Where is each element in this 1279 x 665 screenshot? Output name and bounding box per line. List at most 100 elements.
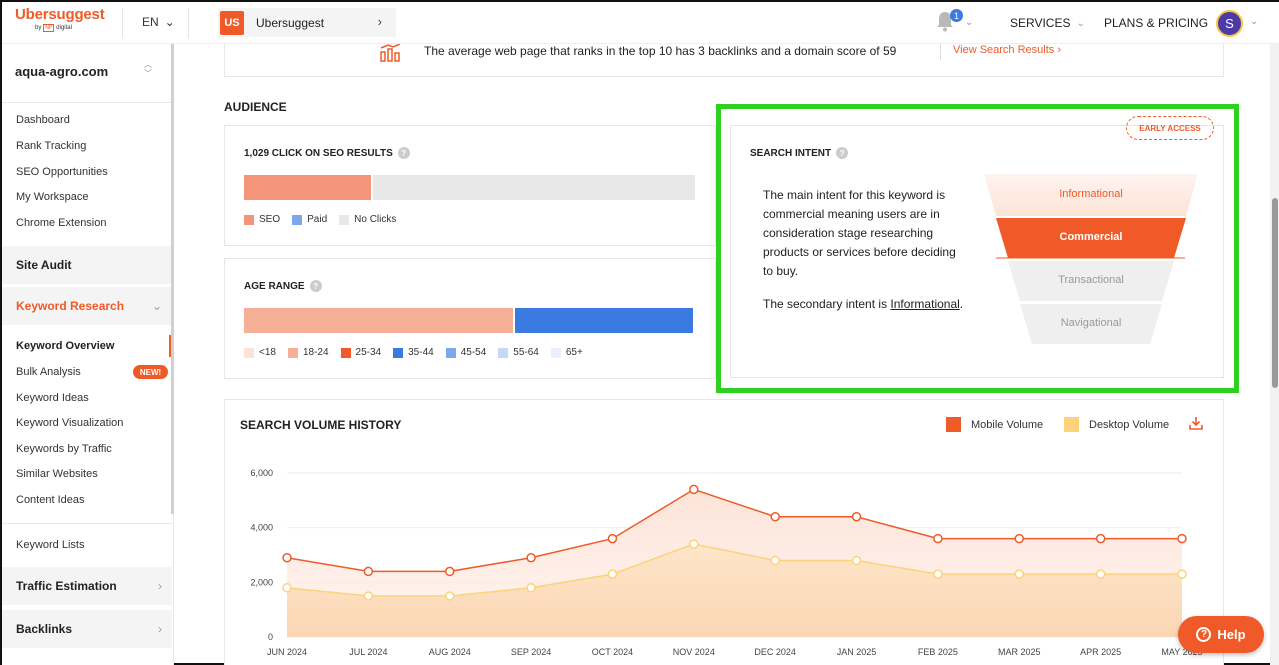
mobile-point <box>1095 533 1106 544</box>
age-legend-item: 45-54 <box>445 347 487 358</box>
clicks-bar <box>244 175 695 200</box>
desktop-point <box>1177 569 1187 579</box>
sidebar-item-seo-opportunities[interactable]: SEO Opportunities <box>16 166 108 178</box>
age-bar-segment <box>244 308 515 333</box>
chevron-down-icon: ⌄ <box>164 15 175 29</box>
language-label: EN <box>142 15 159 29</box>
divider <box>188 8 189 38</box>
ubersuggest-logo[interactable]: Ubersuggest by NP digital <box>15 6 105 32</box>
mobile-point <box>689 484 699 495</box>
x-tick-label: AUG 2024 <box>429 647 471 657</box>
services-menu[interactable]: SERVICES ⌄ <box>1010 16 1085 30</box>
sidebar-item-site-audit[interactable]: Site Audit <box>2 246 172 284</box>
sidebar-item-keywords-by-traffic[interactable]: Keywords by Traffic <box>16 443 112 455</box>
x-tick-label: DEC 2024 <box>754 647 796 657</box>
language-selector[interactable]: EN ⌄ <box>142 15 175 29</box>
up-down-arrows-icon[interactable]: ︿ ﹀ <box>144 60 152 78</box>
mobile-point <box>363 566 374 577</box>
sidebar-item-bulk-analysis[interactable]: Bulk Analysis <box>16 366 81 378</box>
logo-byline: by NP digital <box>35 24 105 32</box>
desktop-point <box>607 569 618 579</box>
chevron-down-icon[interactable]: ⌄ <box>1250 16 1258 27</box>
secondary-intent: The secondary intent is Informational. <box>763 294 968 314</box>
swatch <box>287 347 298 358</box>
chevron-right-icon: › <box>377 14 382 29</box>
question-icon: ? <box>1196 627 1212 642</box>
age-legend-item: 35-44 <box>393 347 434 358</box>
y-tick-label: 2,000 <box>250 577 273 587</box>
funnel-label-transactional: Transactional <box>1058 274 1124 286</box>
sidebar-item-backlinks[interactable]: Backlinks › <box>2 610 172 648</box>
age-bar-segment <box>514 308 695 333</box>
mobile-point <box>770 511 780 522</box>
legend-label: Desktop Volume <box>1089 418 1170 431</box>
legend-mobile[interactable]: Mobile Volume <box>946 417 1043 432</box>
project-selector[interactable]: US Ubersuggest › <box>218 8 396 37</box>
swatch <box>1064 417 1079 432</box>
main-scrollbar-thumb[interactable] <box>1272 198 1278 388</box>
legend-label: 35-44 <box>408 347 434 358</box>
search-intent-title-text: SEARCH INTENT <box>750 147 832 159</box>
divider <box>940 44 941 60</box>
funnel-label-navigational: Navigational <box>1060 317 1122 329</box>
chevron-down-icon[interactable]: ⌄ <box>965 17 973 28</box>
np-logo: NP <box>43 24 55 32</box>
avatar[interactable]: S <box>1216 10 1243 37</box>
help-icon[interactable]: ? <box>836 147 849 159</box>
mobile-point <box>607 533 618 544</box>
sidebar-item-keyword-ideas[interactable]: Keyword Ideas <box>16 392 89 404</box>
sidebar-item-rank-tracking[interactable]: Rank Tracking <box>16 140 86 152</box>
sidebar-item-keyword-research[interactable]: Keyword Research ⌄ <box>2 287 172 325</box>
plans-pricing-link[interactable]: PLANS & PRICING <box>1104 16 1208 30</box>
legend-label: 45-54 <box>460 347 487 358</box>
new-badge: NEW! <box>133 365 168 379</box>
sidebar-item-keyword-lists[interactable]: Keyword Lists <box>16 539 84 551</box>
domain-selector[interactable]: aqua-agro.com <box>15 64 108 79</box>
swatch <box>393 347 404 358</box>
clicks-title: 1,029 CLICK ON SEO RESULTS ? <box>244 147 410 159</box>
swatch <box>292 214 303 225</box>
view-search-results-link[interactable]: View Search Results › <box>953 44 1061 56</box>
legend-label: 18-24 <box>302 347 329 358</box>
age-legend-item: 65+ <box>550 347 583 358</box>
clicks-title-text: 1,029 CLICK ON SEO RESULTS <box>244 147 393 159</box>
legend-label: SEO <box>259 214 281 225</box>
volume-history-chart: 0 2,000 4,000 6,000 JUN 2024 JUL 2024 AUG 2024… <box>250 468 1202 657</box>
help-icon[interactable]: ? <box>309 280 322 292</box>
x-tick-label: MAR 2025 <box>998 647 1041 657</box>
chevron-right-icon: › <box>158 622 162 636</box>
sidebar-item-chrome-extension[interactable]: Chrome Extension <box>16 217 107 229</box>
sidebar-item-keyword-visualization[interactable]: Keyword Visualization <box>16 417 123 429</box>
legend-desktop[interactable]: Desktop Volume <box>1064 417 1169 432</box>
sidebar-item-my-workspace[interactable]: My Workspace <box>16 191 89 203</box>
mobile-point <box>1014 533 1025 544</box>
y-tick-label: 0 <box>268 632 273 642</box>
swatch <box>339 214 350 225</box>
sidebar-item-similar-websites[interactable]: Similar Websites <box>16 468 98 480</box>
age-legend-item: 55-64 <box>498 347 539 358</box>
mobile-point <box>282 552 292 563</box>
x-tick-label: JUL 2024 <box>349 647 387 657</box>
legend-label: 65+ <box>565 347 583 358</box>
sidebar-item-keyword-overview[interactable]: Keyword Overview <box>16 340 114 352</box>
services-label: SERVICES <box>1010 16 1071 30</box>
download-icon[interactable] <box>1189 416 1203 430</box>
legend-label: Paid <box>307 214 328 225</box>
swatch <box>946 417 961 432</box>
help-button[interactable]: ? Help <box>1178 616 1264 653</box>
sidebar-scrollbar[interactable] <box>171 44 174 514</box>
age-range-bar <box>244 308 695 333</box>
desktop-point <box>444 591 455 601</box>
volume-history-title: SEARCH VOLUME HISTORY <box>240 418 402 432</box>
chevron-down-icon: ⌄ <box>151 299 162 313</box>
mobile-point <box>851 511 862 522</box>
sidebar-section-label: Backlinks <box>16 622 73 636</box>
help-icon[interactable]: ? <box>397 147 410 159</box>
age-range-title-text: AGE RANGE <box>244 280 305 292</box>
swatch <box>498 347 509 358</box>
sidebar-item-dashboard[interactable]: Dashboard <box>16 114 70 126</box>
sidebar-item-traffic-estimation[interactable]: Traffic Estimation › <box>2 567 172 605</box>
age-legend-item: <18 <box>244 347 276 358</box>
sidebar-item-content-ideas[interactable]: Content Ideas <box>16 494 85 506</box>
desktop-point <box>851 555 862 566</box>
